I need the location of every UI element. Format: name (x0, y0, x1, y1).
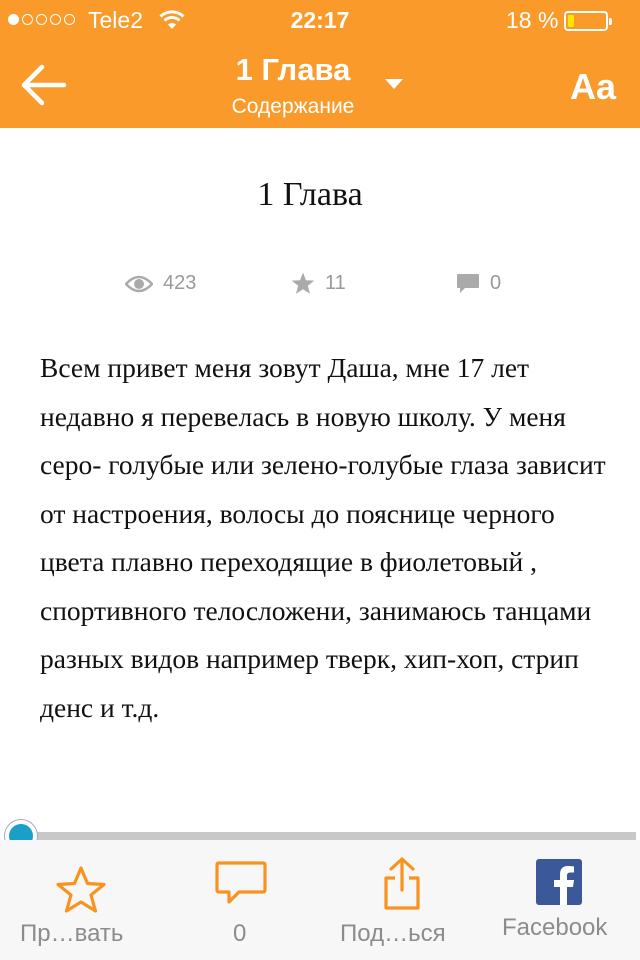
battery-percent: 18 % (506, 7, 559, 33)
bottom-toolbar: Пр…вать 0 Под…ься Facebook (0, 840, 640, 960)
comments-toolbar-count: 0 (233, 920, 247, 947)
comments-count: 0 (490, 272, 502, 294)
battery-fill (568, 15, 574, 27)
comment-icon (457, 273, 479, 293)
share-icon (384, 857, 420, 910)
vote-button[interactable]: Пр…вать (0, 840, 160, 960)
star-outline-icon (56, 866, 106, 913)
top-bar: Tele2 22:17 18 % 1 Глава Содержание Aa (0, 0, 640, 128)
comments-button[interactable]: 0 (160, 840, 320, 960)
share-label: Под…ься (340, 920, 446, 947)
comments-stat: 0 (456, 272, 501, 295)
chapter-title: 1 Глава (257, 176, 363, 213)
facebook-label: Facebook (502, 914, 608, 941)
eye-icon (125, 275, 153, 292)
chapter-stats: 423 11 0 (0, 272, 640, 300)
table-of-contents-link[interactable]: Содержание (0, 95, 586, 119)
share-button[interactable]: Под…ься (320, 840, 480, 960)
font-settings-button[interactable]: Aa (570, 66, 616, 108)
star-icon (291, 272, 315, 294)
status-bar: Tele2 22:17 18 % (0, 0, 640, 40)
stars-count: 11 (325, 272, 346, 294)
caret-down-icon[interactable] (385, 79, 403, 89)
comment-outline-icon (215, 861, 267, 904)
battery-icon (564, 11, 612, 31)
vote-label: Пр…вать (20, 920, 124, 947)
stars-stat: 11 (291, 272, 346, 295)
reading-progress-track[interactable] (8, 832, 636, 840)
chapter-body-text: Всем привет меня зовут Даша, мне 17 лет … (40, 352, 606, 723)
facebook-icon (536, 859, 582, 905)
header-title[interactable]: 1 Глава (0, 52, 586, 88)
views-stat: 423 (125, 272, 196, 295)
facebook-button[interactable]: Facebook (480, 840, 640, 960)
views-count: 423 (163, 272, 197, 294)
